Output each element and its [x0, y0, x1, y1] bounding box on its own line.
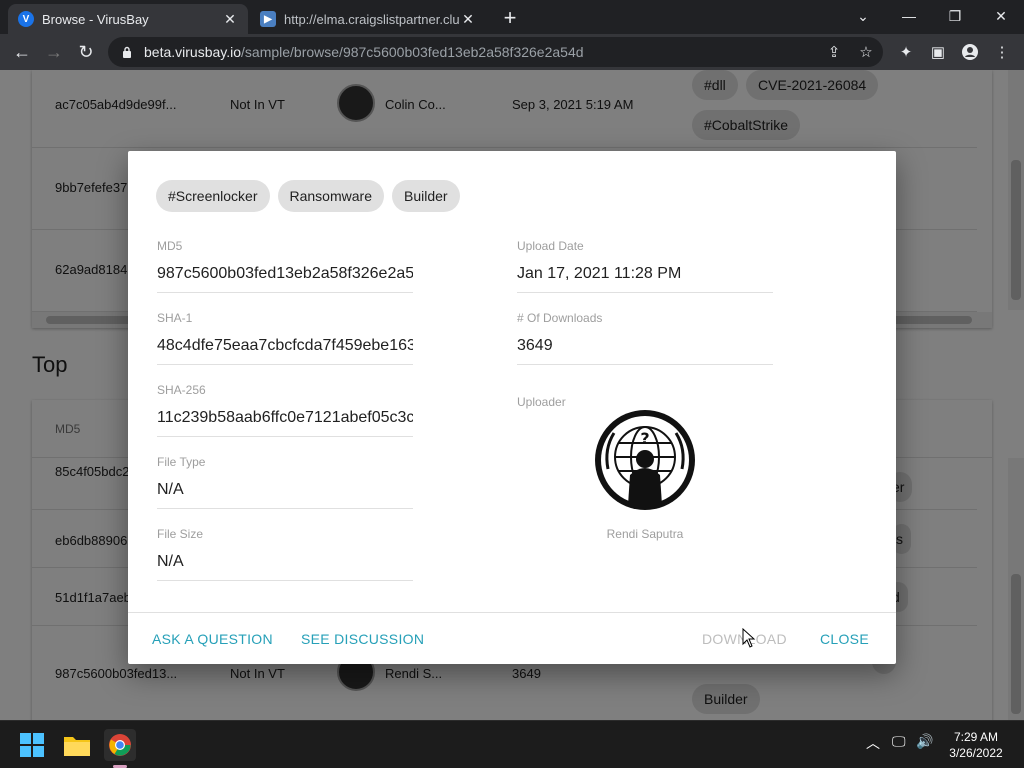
- md5-field: MD5 987c5600b03fed13eb2a58f326e2a54d: [157, 239, 413, 293]
- uploader-avatar: ?: [595, 410, 695, 510]
- file-size-label: File Size: [157, 527, 204, 541]
- upload-date-label: Upload Date: [517, 239, 584, 253]
- sha256-label: SHA-256: [157, 383, 206, 397]
- md5-value[interactable]: 987c5600b03fed13eb2a58f326e2a54d: [157, 261, 413, 293]
- mouse-cursor-icon: [742, 628, 756, 648]
- windows-taskbar: ︿ 🖵 🔊 7:29 AM 3/26/2022: [0, 720, 1024, 768]
- downloads-field: # Of Downloads 3649: [517, 311, 773, 365]
- chrome-taskbar-icon[interactable]: [104, 729, 136, 761]
- tab-search-chevron-icon[interactable]: ⌄: [840, 0, 886, 32]
- file-size-value[interactable]: N/A: [157, 549, 413, 581]
- file-type-field: File Type N/A: [157, 455, 413, 509]
- network-icon[interactable]: 🖵: [892, 733, 906, 750]
- share-icon[interactable]: ⇪: [820, 38, 848, 66]
- sha256-field: SHA-256 11c239b58aab6ffc0e7121abef05c3c: [157, 383, 413, 437]
- new-tab-button[interactable]: +: [498, 5, 522, 30]
- page-favicon-icon: ▶: [260, 11, 276, 27]
- close-button[interactable]: CLOSE: [820, 631, 869, 647]
- restore-button[interactable]: ❐: [932, 0, 978, 32]
- sha256-value[interactable]: 11c239b58aab6ffc0e7121abef05c3c: [157, 405, 413, 437]
- close-window-button[interactable]: ✕: [978, 0, 1024, 32]
- clock-time: 7:29 AM: [953, 730, 999, 744]
- browser-tab-strip: V Browse - VirusBay ✕ ▶ http://elma.crai…: [0, 0, 1024, 34]
- file-type-label: File Type: [157, 455, 206, 469]
- tab-virusbay[interactable]: V Browse - VirusBay ✕: [8, 4, 248, 34]
- sha1-label: SHA-1: [157, 311, 193, 325]
- see-discussion-button[interactable]: SEE DISCUSSION: [301, 631, 424, 647]
- address-bar[interactable]: beta.virusbay.io/sample/browse/987c5600b…: [108, 37, 883, 67]
- back-button[interactable]: ←: [8, 38, 36, 66]
- uploader-name[interactable]: Rendi Saputra: [545, 527, 745, 541]
- close-tab-icon[interactable]: ✕: [460, 11, 476, 27]
- virusbay-favicon-icon: V: [18, 11, 34, 27]
- sample-details-dialog: #Screenlocker Ransomware Builder MD5 987…: [128, 151, 896, 664]
- close-tab-icon[interactable]: ✕: [222, 11, 238, 27]
- sha1-value[interactable]: 48c4dfe75eaa7cbcfcda7f459ebe163: [157, 333, 413, 365]
- browser-toolbar: ← → ↻ beta.virusbay.io/sample/browse/987…: [0, 34, 1024, 70]
- reload-button[interactable]: ↻: [72, 38, 100, 66]
- tag-chip-screenlocker[interactable]: #Screenlocker: [156, 180, 270, 212]
- minimize-button[interactable]: —: [886, 0, 932, 32]
- file-size-field: File Size N/A: [157, 527, 413, 581]
- downloads-label: # Of Downloads: [517, 311, 603, 325]
- volume-icon[interactable]: 🔊: [916, 733, 933, 750]
- lock-icon: [120, 45, 134, 59]
- show-hidden-icons-chevron-icon[interactable]: ︿: [866, 733, 880, 753]
- chrome-menu-icon[interactable]: ⋮: [988, 38, 1016, 66]
- side-panel-icon[interactable]: ▣: [924, 38, 952, 66]
- ask-question-button[interactable]: ASK A QUESTION: [152, 631, 273, 647]
- svg-text:?: ?: [640, 429, 649, 448]
- file-type-value[interactable]: N/A: [157, 477, 413, 509]
- url-path: /sample/browse/987c5600b03fed13eb2a58f32…: [241, 44, 584, 60]
- system-clock[interactable]: 7:29 AM 3/26/2022: [936, 729, 1016, 761]
- tag-chip-builder[interactable]: Builder: [391, 180, 460, 212]
- uploader-label: Uploader: [517, 395, 566, 409]
- md5-label: MD5: [157, 239, 183, 253]
- upload-date-field: Upload Date Jan 17, 2021 11:28 PM: [517, 239, 773, 293]
- downloads-value[interactable]: 3649: [517, 333, 773, 365]
- extensions-puzzle-icon[interactable]: ✦: [892, 38, 920, 66]
- tab-title: Browse - VirusBay: [42, 11, 149, 27]
- file-explorer-icon[interactable]: [61, 729, 93, 761]
- upload-date-value[interactable]: Jan 17, 2021 11:28 PM: [517, 261, 773, 293]
- tag-chip-ransomware[interactable]: Ransomware: [277, 180, 384, 212]
- windows-start-icon[interactable]: [16, 729, 48, 761]
- bookmark-star-icon[interactable]: ☆: [852, 38, 880, 66]
- tag-list: #Screenlocker Ransomware Builder: [156, 180, 460, 212]
- profile-avatar-icon[interactable]: [956, 38, 984, 66]
- clock-date: 3/26/2022: [949, 746, 1003, 760]
- sha1-field: SHA-1 48c4dfe75eaa7cbcfcda7f459ebe163: [157, 311, 413, 365]
- tab-elma[interactable]: ▶ http://elma.craigslistpartner.club/ ✕: [250, 4, 486, 34]
- forward-button[interactable]: →: [40, 38, 68, 66]
- dialog-actions: ASK A QUESTION SEE DISCUSSION DOWNLOAD C…: [128, 612, 896, 664]
- tab-title: http://elma.craigslistpartner.club/: [284, 11, 460, 27]
- url-host: beta.virusbay.io: [144, 44, 242, 60]
